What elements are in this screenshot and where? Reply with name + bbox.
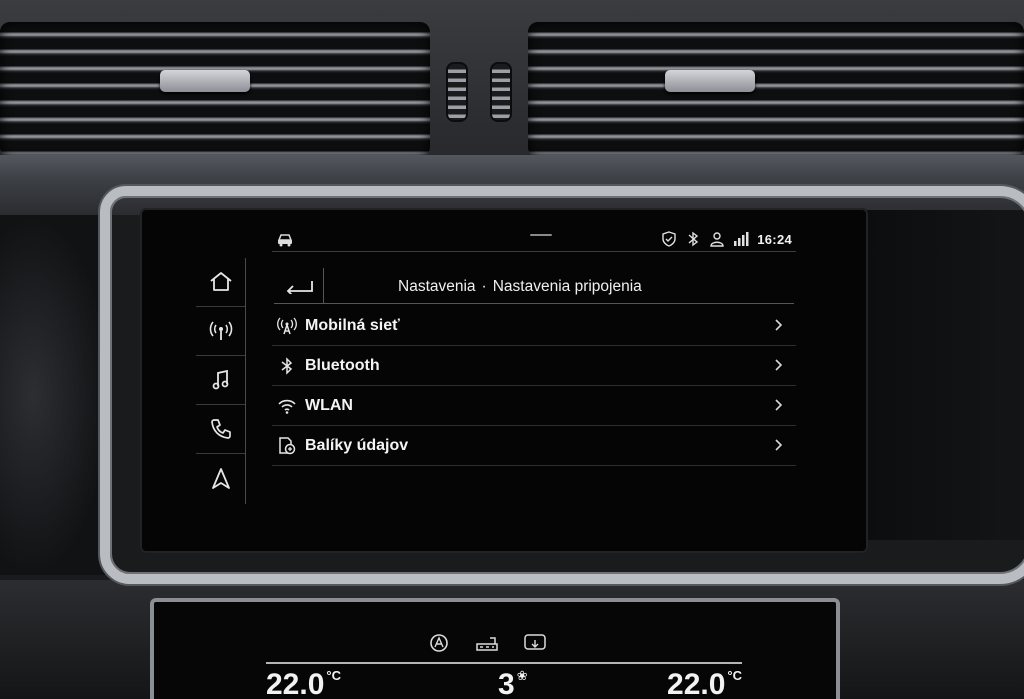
drag-handle[interactable] [530,234,552,236]
nav-rail [196,258,246,504]
chevron-right-icon [775,439,783,451]
vent-wheel-right[interactable] [490,62,512,122]
breadcrumb-parent[interactable]: Nastavenia [398,278,476,295]
chevron-right-icon [775,399,783,411]
menu-item-wlan[interactable]: WLAN [272,386,796,426]
phone-icon [210,419,231,439]
nav-item-media[interactable] [196,356,245,405]
temperature-unit: °C [326,668,341,683]
menu-item-label: Mobilná sieť [305,316,400,334]
vent-slider-right[interactable] [665,70,755,92]
temperature-left[interactable]: 22.0 °C [266,668,341,699]
navigation-arrow-icon [211,467,230,489]
connection-menu: Mobilná sieť Bluetooth WLAN Balíky údajo… [272,306,796,466]
back-button[interactable] [274,268,324,304]
user-icon [710,232,724,247]
home-icon [209,272,232,291]
back-arrow-icon [286,281,313,294]
nav-item-phone[interactable] [196,405,245,454]
defrost-icon[interactable] [522,632,548,656]
nav-item-home[interactable] [196,258,245,307]
page-title: Nastavenia pripojenia [492,278,642,295]
fan-level[interactable]: 3 ❀ [498,668,528,699]
dashboard-left-panel [0,215,110,575]
mobile-network-icon [277,317,297,334]
menu-item-data-packages[interactable]: Balíky údajov [272,426,796,466]
bluetooth-icon [688,231,699,247]
bluetooth-icon [281,356,293,375]
music-note-icon [212,369,228,390]
antenna-icon [209,321,232,340]
menu-item-label: WLAN [305,396,353,414]
nav-item-radio[interactable] [196,307,245,356]
menu-item-label: Balíky údajov [305,436,409,454]
seat-heating-icon[interactable] [474,632,500,656]
breadcrumb: Nastavenia · Nastavenia pripojenia [398,278,642,296]
chevron-right-icon [775,359,783,371]
chevron-right-icon [775,319,783,331]
status-bar: 16:24 [272,228,796,252]
clock: 16:24 [757,231,792,247]
wifi-icon [278,399,296,414]
auto-climate-icon[interactable] [426,632,452,656]
menu-item-label: Bluetooth [305,356,380,374]
menu-item-mobile-network[interactable]: Mobilná sieť [272,306,796,346]
menu-item-bluetooth[interactable]: Bluetooth [272,346,796,386]
air-vent-right [528,22,1024,157]
status-icons: 16:24 [661,231,792,247]
connection-settings-screen: 16:24 Nastavenia · Nastavenia pripojenia… [150,214,850,544]
fan-icon: ❀ [516,668,528,683]
temperature-right[interactable]: 22.0 °C [667,668,742,699]
temperature-unit: °C [727,668,742,683]
signal-icon [734,232,749,246]
vent-slider-left[interactable] [160,70,250,92]
temperature-right-value: 22.0 [667,668,726,699]
fan-level-value: 3 [498,668,515,699]
data-package-icon [279,436,296,454]
climate-controls: 22.0 °C 3 ❀ 22.0 °C [266,630,742,699]
climate-icons [426,632,548,656]
climate-divider [266,662,742,664]
nav-item-navigation[interactable] [196,454,245,503]
page-header: Nastavenia · Nastavenia pripojenia [274,268,794,304]
car-status-icon[interactable] [276,231,294,247]
temperature-left-value: 22.0 [266,668,325,699]
vent-wheel-left[interactable] [446,62,468,122]
shield-check-icon [662,231,676,247]
breadcrumb-separator: · [481,278,487,295]
